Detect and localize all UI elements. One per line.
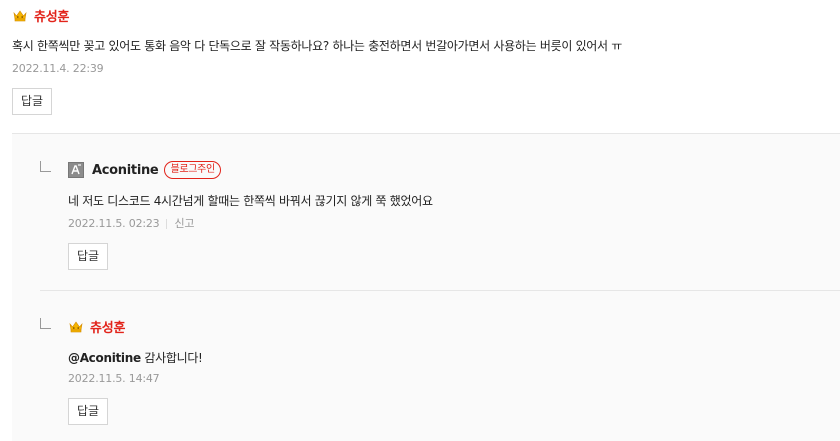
comment-author-name[interactable]: 츄성훈 [34,6,69,25]
comment-text: 혹시 한쪽씩만 꽂고 있어도 통화 음악 다 단독으로 잘 작동하나요? 하나는… [12,39,623,53]
comment-section: 츄성훈 혹시 한쪽씩만 꽂고 있어도 통화 음악 다 단독으로 잘 작동하나요?… [0,0,840,441]
emoji-king-icon [68,318,84,334]
reply-divider [40,290,840,291]
reply-indent-icon [40,318,51,329]
comment-date: 2022.11.4. 22:39 [12,62,104,75]
blog-owner-badge: 블로그주인 [164,161,221,179]
meta-separator [166,219,168,229]
comment: 츄성훈 [12,5,840,25]
reply-button[interactable]: 답글 [68,243,109,270]
report-link[interactable]: 신고 [174,217,194,231]
reply-author-name[interactable]: Aconitine [92,163,159,178]
reply-author-row: 츄성훈 [68,316,125,336]
reply-author-name[interactable]: 츄성훈 [90,317,125,336]
reply-comment: Aconitine 블로그주인 [68,160,221,180]
profile-logo-icon [68,162,84,178]
reply-author-row: Aconitine 블로그주인 [68,160,221,180]
reply-indent-icon [40,161,51,172]
reply-date: 2022.11.5. 14:47 [68,372,160,385]
emoji-king-icon [12,7,28,23]
comment-author-row: 츄성훈 [12,5,840,25]
reply-text-content: 감사합니다! [140,351,203,365]
reply-text: 네 저도 디스코드 4시간넘게 할때는 한쪽씩 바꿔서 끊기지 않게 쭉 했었어… [68,194,433,208]
reply-meta: 2022.11.5. 14:47 [68,372,160,386]
reply-meta: 2022.11.5. 02:23 신고 [68,217,195,231]
comment-timestamp: 2022.11.4. 22:39 [12,62,104,76]
reply-button[interactable]: 답글 [12,88,53,115]
reply-text: @Aconitine 감사합니다! [68,350,203,366]
mention-link[interactable]: @Aconitine [68,351,141,365]
replies-container [12,134,840,441]
reply-button[interactable]: 답글 [68,398,109,425]
reply-date: 2022.11.5. 02:23 [68,217,160,230]
reply-comment: 츄성훈 [68,316,125,336]
